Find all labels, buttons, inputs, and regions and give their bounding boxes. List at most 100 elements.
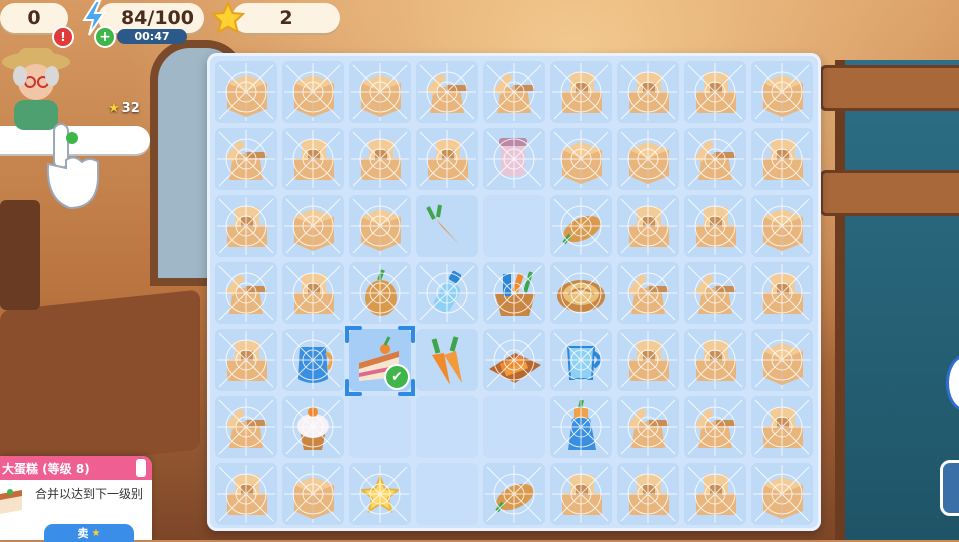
open-box-item-icon[interactable]	[617, 262, 679, 324]
stacked-boxes-item-icon[interactable]	[751, 128, 813, 190]
board-cell[interactable]	[282, 463, 344, 525]
stacked-boxes-item-icon[interactable]	[751, 262, 813, 324]
open-box-item-icon[interactable]	[684, 262, 746, 324]
board-cell[interactable]	[751, 128, 813, 190]
board-cell[interactable]	[416, 396, 478, 458]
open-box-item-icon[interactable]	[215, 128, 277, 190]
carrot-bread-item-icon[interactable]	[349, 262, 411, 324]
board-cell[interactable]	[215, 61, 277, 123]
stacked-boxes-item-icon[interactable]	[282, 262, 344, 324]
box-item-icon[interactable]	[349, 195, 411, 257]
box-item-icon[interactable]	[282, 463, 344, 525]
milk-bottle-item-icon[interactable]	[416, 262, 478, 324]
open-box-item-icon[interactable]	[617, 396, 679, 458]
stacked-boxes-item-icon[interactable]	[617, 463, 679, 525]
board-cell[interactable]	[684, 195, 746, 257]
stacked-boxes-item-icon[interactable]	[617, 195, 679, 257]
board-cell[interactable]	[684, 463, 746, 525]
board-cell[interactable]	[483, 463, 545, 525]
inventory-button[interactable]	[940, 460, 959, 516]
board-cell[interactable]	[617, 396, 679, 458]
board-cell[interactable]	[751, 463, 813, 525]
box-item-icon[interactable]	[282, 195, 344, 257]
board-cell[interactable]	[483, 396, 545, 458]
board-cell[interactable]	[550, 61, 612, 123]
stacked-boxes-item-icon[interactable]	[684, 195, 746, 257]
box-item-icon[interactable]	[282, 61, 344, 123]
bread-item-icon[interactable]	[483, 463, 545, 525]
board-cell[interactable]	[483, 195, 545, 257]
add-energy-icon[interactable]: +	[94, 26, 116, 48]
board-cell[interactable]	[684, 396, 746, 458]
board-cell[interactable]	[617, 195, 679, 257]
board-cell[interactable]	[215, 262, 277, 324]
board-cell[interactable]	[282, 396, 344, 458]
board-cell[interactable]	[215, 195, 277, 257]
board-cell[interactable]	[550, 262, 612, 324]
board-cell[interactable]	[751, 329, 813, 391]
board-cell[interactable]	[483, 329, 545, 391]
stacked-boxes-item-icon[interactable]	[215, 463, 277, 525]
board-cell[interactable]	[282, 195, 344, 257]
sell-button[interactable]: 卖 ★	[44, 524, 134, 542]
open-box-item-icon[interactable]	[416, 61, 478, 123]
open-box-item-icon[interactable]	[483, 61, 545, 123]
carrot-item-icon[interactable]	[416, 195, 478, 257]
open-box-item-icon[interactable]	[684, 396, 746, 458]
stacked-boxes-item-icon[interactable]	[215, 195, 277, 257]
board-cell[interactable]	[483, 61, 545, 123]
board-cell[interactable]	[550, 128, 612, 190]
board-cell[interactable]	[349, 262, 411, 324]
board-cell[interactable]	[416, 329, 478, 391]
carrots-item-icon[interactable]	[416, 329, 478, 391]
board-cell[interactable]	[550, 329, 612, 391]
box-item-icon[interactable]	[751, 329, 813, 391]
board-cell[interactable]	[617, 463, 679, 525]
board-cell[interactable]	[349, 195, 411, 257]
vegetable-basket-item-icon[interactable]	[483, 262, 545, 324]
spray-bottle-item-icon[interactable]	[550, 396, 612, 458]
board-cell[interactable]	[751, 262, 813, 324]
grandma-avatar[interactable]	[0, 42, 72, 130]
box-item-icon[interactable]	[550, 128, 612, 190]
board-cell[interactable]	[215, 463, 277, 525]
board-cell[interactable]	[349, 61, 411, 123]
board-cell[interactable]	[282, 329, 344, 391]
board-cell[interactable]	[349, 128, 411, 190]
board-cell[interactable]	[550, 396, 612, 458]
bread-item-icon[interactable]	[550, 195, 612, 257]
board-cell[interactable]	[349, 463, 411, 525]
board-cell[interactable]	[349, 396, 411, 458]
stacked-boxes-item-icon[interactable]	[684, 329, 746, 391]
carrot-plate-item-icon[interactable]	[483, 329, 545, 391]
board-cell[interactable]	[751, 61, 813, 123]
pie-item-icon[interactable]	[550, 262, 612, 324]
board-cell[interactable]	[617, 128, 679, 190]
stacked-boxes-item-icon[interactable]	[684, 463, 746, 525]
box-item-icon[interactable]	[751, 463, 813, 525]
juice-pitcher-item-icon[interactable]	[282, 329, 344, 391]
open-box-item-icon[interactable]	[684, 128, 746, 190]
board-cell[interactable]	[483, 128, 545, 190]
jam-jar-item-icon[interactable]	[483, 128, 545, 190]
board-cell[interactable]	[684, 61, 746, 123]
board-cell[interactable]	[282, 128, 344, 190]
board-cell[interactable]	[416, 61, 478, 123]
stacked-boxes-item-icon[interactable]	[215, 329, 277, 391]
open-box-item-icon[interactable]	[215, 396, 277, 458]
measuring-cup-item-icon[interactable]	[550, 329, 612, 391]
box-item-icon[interactable]	[349, 61, 411, 123]
board-cell[interactable]	[416, 262, 478, 324]
star-item-icon[interactable]	[349, 463, 411, 525]
board-cell[interactable]	[751, 396, 813, 458]
stacked-boxes-item-icon[interactable]	[617, 329, 679, 391]
stacked-boxes-item-icon[interactable]	[282, 128, 344, 190]
board-cell[interactable]	[416, 463, 478, 525]
stacked-boxes-item-icon[interactable]	[684, 61, 746, 123]
board-cell[interactable]	[416, 128, 478, 190]
board-cell[interactable]	[550, 463, 612, 525]
board-cell[interactable]	[617, 262, 679, 324]
board-cell[interactable]	[617, 61, 679, 123]
board-cell[interactable]	[684, 329, 746, 391]
board-cell[interactable]	[416, 195, 478, 257]
